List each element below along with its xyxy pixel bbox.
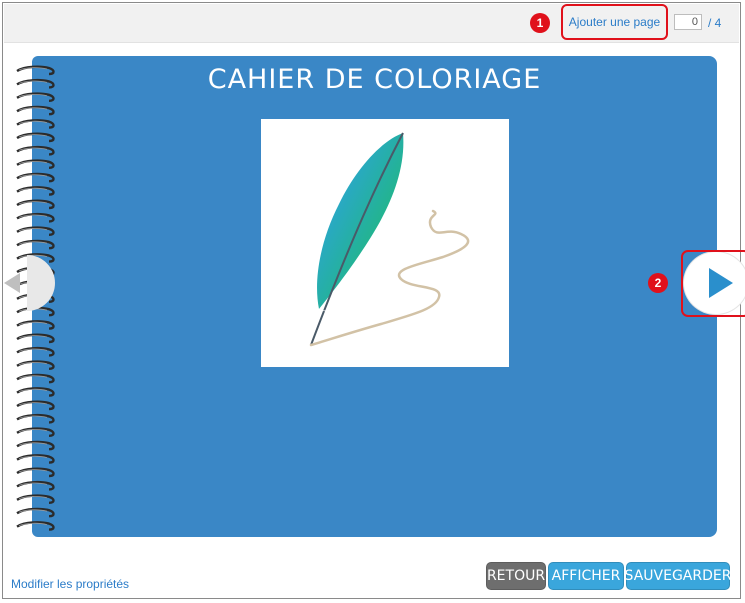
play-arrow-right-icon: [709, 268, 733, 298]
page-number-input[interactable]: [674, 14, 702, 30]
back-button[interactable]: RETOUR: [486, 562, 546, 590]
spiral-ring: [16, 172, 55, 183]
display-button[interactable]: AFFICHER: [548, 562, 624, 590]
spiral-ring: [16, 521, 55, 531]
spiral-ring: [16, 212, 55, 223]
previous-page-button[interactable]: [0, 254, 56, 312]
save-button[interactable]: SAUVEGARDER: [625, 562, 731, 590]
spiral-ring: [16, 454, 55, 464]
annotation-badge-1: 1: [530, 13, 550, 33]
spiral-ring: [16, 186, 55, 196]
spiral-ring: [16, 413, 55, 424]
spiral-ring: [16, 494, 55, 504]
spiral-ring: [16, 239, 55, 250]
spiral-ring: [16, 333, 55, 344]
spiral-ring: [16, 507, 55, 518]
spiral-ring: [16, 440, 55, 451]
notebook-title: CAHIER DE COLORIAGE: [207, 64, 542, 95]
next-page-button[interactable]: [681, 250, 745, 317]
spiral-ring: [16, 226, 55, 236]
spiral-ring: [16, 360, 55, 370]
spiral-ring: [16, 373, 55, 384]
spiral-ring: [16, 119, 55, 129]
spiral-ring: [16, 145, 55, 156]
spiral-ring: [16, 480, 55, 491]
spiral-ring: [16, 105, 55, 116]
chevron-left-icon: [4, 255, 55, 311]
spiral-ring: [16, 427, 55, 437]
annotation-badge-2: 2: [648, 273, 668, 293]
add-page-link[interactable]: Ajouter une page: [561, 4, 668, 40]
add-page-label: Ajouter une page: [568, 15, 661, 29]
page-total: / 4: [708, 16, 722, 30]
spiral-ring: [16, 346, 55, 357]
spiral-ring: [16, 467, 55, 478]
spiral-ring: [16, 400, 55, 411]
edit-properties-link[interactable]: Modifier les propriétés: [11, 577, 129, 591]
spiral-ring: [16, 132, 55, 143]
spiral-ring: [16, 159, 55, 169]
cover-illustration: [261, 119, 509, 367]
spiral-ring: [16, 199, 55, 210]
spiral-ring: [16, 320, 55, 330]
spiral-ring: [16, 387, 55, 397]
feather-quill-icon: [309, 132, 470, 347]
